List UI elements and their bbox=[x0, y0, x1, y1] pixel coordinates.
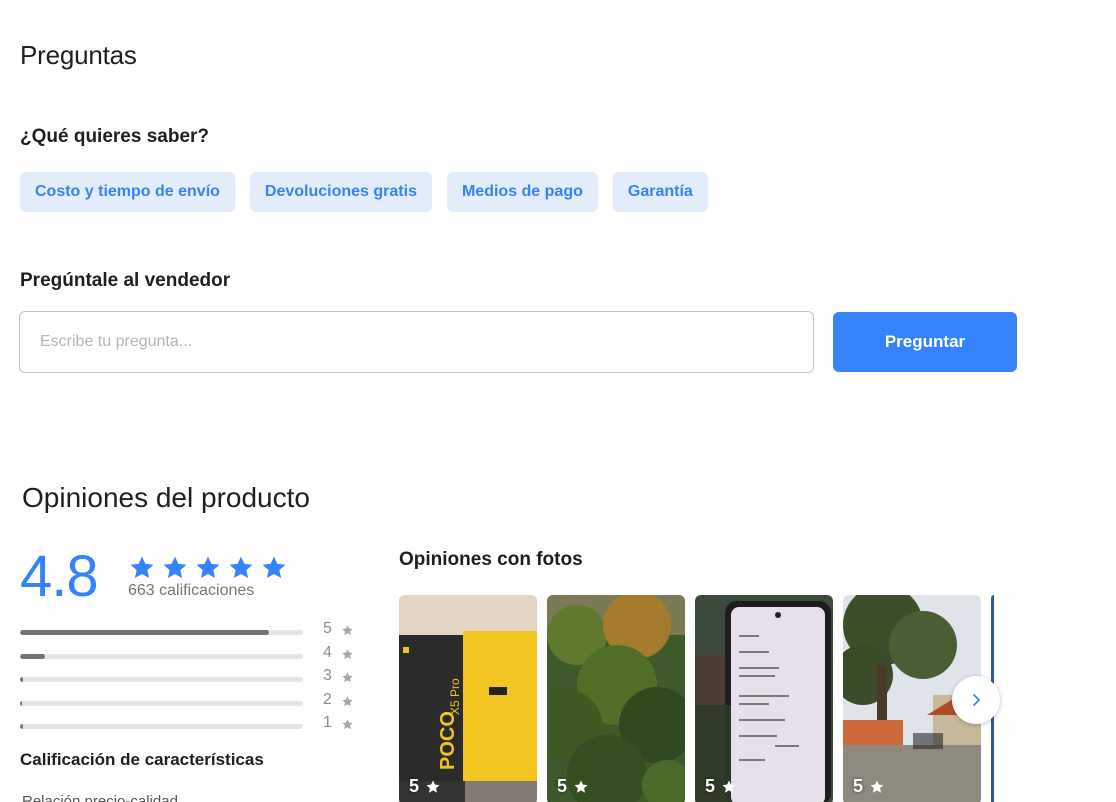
rating-bar-track bbox=[20, 700, 303, 706]
rating-bar-fill bbox=[20, 630, 270, 635]
photo-rating-badge: 5 bbox=[557, 776, 589, 797]
star-icon bbox=[342, 719, 353, 730]
photo-rating-badge: 5 bbox=[409, 776, 441, 797]
svg-text:POCO: POCO bbox=[437, 711, 459, 770]
features-rating-title: Calificación de características bbox=[20, 750, 264, 769]
rating-bar-track bbox=[20, 724, 303, 729]
chip-returns[interactable]: Devoluciones gratis bbox=[249, 172, 432, 212]
question-input[interactable] bbox=[19, 311, 814, 373]
rating-bar-label: 1 bbox=[323, 714, 332, 731]
rating-bar-fill bbox=[20, 653, 46, 659]
phone-screen-photo-icon bbox=[695, 595, 833, 802]
carousel-next-button[interactable] bbox=[952, 676, 1000, 724]
poco-x5-pro-box-photo-icon: POCO X5 Pro bbox=[399, 595, 537, 802]
chevron-right-icon bbox=[973, 694, 980, 706]
rating-bar-row: 2 bbox=[20, 691, 360, 715]
photo-rating: 5 bbox=[557, 776, 568, 796]
star-icon bbox=[342, 625, 353, 636]
photo-rating: 5 bbox=[705, 776, 716, 796]
star-icon bbox=[870, 779, 884, 793]
review-photo[interactable]: 5 bbox=[547, 595, 685, 802]
rating-bar-fill bbox=[20, 677, 23, 682]
chip-payment[interactable]: Medios de pago bbox=[446, 172, 598, 212]
review-photo[interactable]: POCO X5 Pro 5 bbox=[399, 595, 537, 802]
photo-reviews-carousel: POCO X5 Pro 5 5 5 5 bbox=[399, 595, 994, 802]
rating-bar-row: 5 bbox=[20, 620, 360, 644]
star-icon bbox=[574, 779, 588, 793]
star-icon bbox=[196, 556, 220, 579]
plants-photo-icon bbox=[547, 595, 685, 802]
star-icon bbox=[130, 556, 154, 579]
photo-rating-badge: 5 bbox=[705, 776, 737, 797]
review-photo[interactable]: 5 bbox=[695, 595, 833, 802]
star-icon bbox=[342, 648, 353, 659]
rating-bar-fill bbox=[20, 700, 23, 706]
star-icon bbox=[262, 556, 286, 579]
rating-bar-fill bbox=[20, 724, 23, 729]
rating-bar-label: 2 bbox=[323, 690, 332, 708]
feature-label: Relación precio-calidad bbox=[22, 793, 178, 802]
rating-bar-label: 4 bbox=[323, 643, 332, 661]
rating-bar-row: 1 bbox=[20, 714, 360, 738]
star-icon bbox=[163, 556, 187, 579]
ask-seller-title: Pregúntale al vendedor bbox=[20, 270, 231, 291]
reviews-title: Opiniones del producto bbox=[22, 482, 310, 513]
star-icon bbox=[342, 672, 353, 683]
svg-text:X5 Pro: X5 Pro bbox=[448, 678, 462, 715]
ratings-count: 663 calificaciones bbox=[128, 582, 255, 599]
rating-bar-track bbox=[20, 630, 303, 635]
rating-bar-label: 3 bbox=[323, 667, 332, 684]
star-icon bbox=[342, 695, 353, 706]
average-rating: 4.8 bbox=[20, 544, 99, 609]
photo-rating: 5 bbox=[853, 776, 864, 796]
rating-bar-track bbox=[20, 653, 303, 659]
star-icon bbox=[426, 779, 440, 793]
rating-distribution: 5 4 3 2 1 bbox=[20, 620, 360, 738]
average-stars bbox=[127, 554, 289, 582]
chip-warranty[interactable]: Garantía bbox=[612, 172, 708, 212]
rating-bar-track bbox=[20, 677, 303, 682]
rating-bar-row: 3 bbox=[20, 667, 360, 691]
what-to-know-subtitle: ¿Qué quieres saber? bbox=[20, 126, 210, 147]
star-icon bbox=[229, 556, 253, 579]
rating-bar-label: 5 bbox=[323, 620, 332, 637]
photo-rating-badge: 5 bbox=[853, 776, 885, 797]
photo-rating: 5 bbox=[409, 776, 420, 796]
questions-title: Preguntas bbox=[20, 40, 137, 70]
quick-question-chips: Costo y tiempo de envío Devoluciones gra… bbox=[20, 172, 708, 212]
rating-bar-row: 4 bbox=[20, 644, 360, 668]
star-icon bbox=[722, 779, 736, 793]
chip-shipping[interactable]: Costo y tiempo de envío bbox=[20, 172, 235, 212]
ask-button[interactable]: Preguntar bbox=[833, 312, 1017, 372]
photo-reviews-title: Opiniones con fotos bbox=[399, 549, 583, 570]
